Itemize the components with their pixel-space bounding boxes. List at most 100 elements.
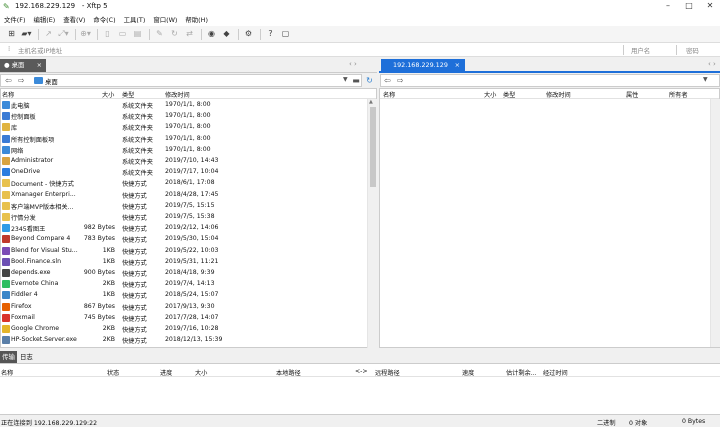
scroll-up-icon[interactable]: ▲	[369, 99, 373, 105]
file-icon	[2, 123, 10, 132]
paste-icon[interactable]: ▭	[116, 28, 129, 40]
encoding-icon[interactable]: ◉	[205, 28, 218, 40]
username-input[interactable]: 用户名	[631, 46, 650, 55]
maximize-button[interactable]: □	[682, 1, 696, 11]
tab-scroll-arrows[interactable]: ‹ ›	[349, 60, 357, 68]
menu-window[interactable]: 窗口(W)	[153, 15, 177, 24]
table-row[interactable]: Document - 快捷方式 快捷方式 2018/6/1, 17:08	[1, 178, 367, 189]
tab-local-desktop[interactable]: ● 桌面 ×	[0, 59, 46, 72]
col-size[interactable]: 大小	[484, 90, 496, 99]
table-row[interactable]: Xmanager Enterpri... 快捷方式 2018/4/28, 17:45	[1, 190, 367, 201]
col-modified[interactable]: 修改时间	[165, 90, 190, 99]
table-row[interactable]: Firefox 867 Bytes 快捷方式 2017/9/13, 9:30	[1, 302, 367, 313]
col-type[interactable]: 类型	[503, 90, 515, 99]
transfer-mode[interactable]: 二进制	[597, 418, 616, 427]
col-type[interactable]: 类型	[122, 90, 134, 99]
table-row[interactable]: Beyond Compare 4 783 Bytes 快捷方式 2019/5/30, …	[1, 234, 367, 245]
col-status[interactable]: 状态	[107, 368, 119, 377]
tab-remote-host[interactable]: 192.168.229.129 ×	[381, 59, 465, 72]
col-name[interactable]: 名称	[383, 90, 395, 99]
table-row[interactable]: Evernote China 2KB 快捷方式 2019/7/4, 14:13	[1, 279, 367, 290]
col-modified[interactable]: 修改时间	[546, 90, 571, 99]
table-row[interactable]: OneDrive 系统文件夹 2019/7/17, 10:04	[1, 167, 367, 178]
reconnect-icon[interactable]: ↗	[42, 28, 55, 40]
edit-icon[interactable]: ✎	[153, 28, 166, 40]
cell-type: 快捷方式	[122, 237, 147, 245]
table-row[interactable]: 客户端MVP版本相关... 快捷方式 2019/7/5, 15:15	[1, 201, 367, 212]
table-row[interactable]: 行情分发 快捷方式 2019/7/5, 15:38	[1, 212, 367, 223]
col-owner[interactable]: 所有者	[669, 90, 688, 99]
col-local-path[interactable]: 本地路径	[276, 368, 301, 377]
back-arrow-icon[interactable]: ⇦	[384, 76, 391, 85]
close-window-button[interactable]: ✕	[703, 1, 717, 11]
tab-log[interactable]: 日志	[20, 351, 33, 363]
tab-scroll-arrows[interactable]: ‹ ›	[708, 60, 716, 68]
help-icon[interactable]: ?	[264, 28, 277, 40]
table-row[interactable]: 库 系统文件夹 1970/1/1, 8:00	[1, 122, 367, 133]
table-row[interactable]: Fiddler 4 1KB 快捷方式 2018/5/24, 15:07	[1, 290, 367, 301]
menu-file[interactable]: 文件(F)	[4, 15, 25, 24]
back-arrow-icon[interactable]: ⇦	[5, 76, 12, 85]
menu-view[interactable]: 查看(V)	[63, 15, 85, 24]
table-row[interactable]: Foxmail 745 Bytes 快捷方式 2017/7/28, 14:07	[1, 313, 367, 324]
col-size[interactable]: 大小	[195, 368, 207, 377]
table-row[interactable]: 所有控制面板项 系统文件夹 1970/1/1, 8:00	[1, 134, 367, 145]
file-icon	[2, 325, 10, 333]
table-row[interactable]: Google Chrome 2KB 快捷方式 2019/7/16, 10:28	[1, 324, 367, 335]
local-scrollbar[interactable]: ▲	[367, 99, 377, 348]
chevron-down-icon[interactable]: ▼	[703, 76, 708, 83]
col-name[interactable]: 名称	[1, 368, 13, 377]
scrollbar-thumb[interactable]	[370, 107, 376, 187]
col-speed[interactable]: 速度	[462, 368, 474, 377]
xshell-icon[interactable]: ◆	[220, 28, 233, 40]
open-folder-icon[interactable]: ▰▾	[20, 28, 33, 40]
table-row[interactable]: Administrator 系统文件夹 2019/7/10, 14:43	[1, 156, 367, 167]
properties-icon[interactable]: ▤	[131, 28, 144, 40]
col-elapsed[interactable]: 经过时间	[543, 368, 568, 377]
table-row[interactable]: Blend for Visual Stu... 1KB 快捷方式 2019/5/22,…	[1, 246, 367, 257]
refresh-icon[interactable]: ↻	[168, 28, 181, 40]
password-input[interactable]: 密码	[686, 46, 699, 55]
tab-transfer[interactable]: 传输	[0, 351, 17, 363]
forward-arrow-icon[interactable]: ⇨	[397, 76, 404, 85]
minimize-button[interactable]: –	[661, 1, 675, 11]
copy-icon[interactable]: ▯	[101, 28, 114, 40]
menu-help[interactable]: 帮助(H)	[185, 15, 208, 24]
disconnect-icon[interactable]: ⤢▾	[57, 28, 70, 40]
refresh-icon[interactable]: ↻	[364, 75, 375, 86]
col-progress[interactable]: 进度	[160, 368, 172, 377]
table-row[interactable]: 网络 系统文件夹 1970/1/1, 8:00	[1, 145, 367, 156]
new-session-icon[interactable]: ⊞	[5, 28, 18, 40]
col-name[interactable]: 名称	[2, 90, 14, 99]
local-file-pane: 名称 大小 类型 修改时间 此电脑 系统文件夹 1970/1/1, 8:00 控制面板…	[0, 88, 377, 348]
sync-icon[interactable]: ⇄	[183, 28, 196, 40]
host-input[interactable]: 主机名或IP地址	[18, 46, 62, 55]
file-icon	[2, 145, 10, 154]
close-icon[interactable]: ×	[37, 59, 42, 72]
table-row[interactable]: 此电脑 系统文件夹 1970/1/1, 8:00	[1, 100, 367, 111]
close-icon[interactable]: ×	[455, 59, 460, 72]
col-attributes[interactable]: 属性	[626, 90, 638, 99]
table-row[interactable]: Bool.Finance.sln 1KB 快捷方式 2019/5/31, 11:21	[1, 257, 367, 268]
cell-name: 网络	[11, 147, 24, 155]
menu-edit[interactable]: 编辑(E)	[33, 15, 55, 24]
col-remote-path[interactable]: 远程路径	[375, 368, 400, 377]
local-path-input[interactable]: 桌面	[45, 77, 58, 86]
col-eta[interactable]: 估计剩余...	[506, 368, 537, 377]
col-direction[interactable]: <->	[355, 368, 368, 375]
open-folder-icon[interactable]: ▬	[351, 75, 361, 86]
new-tab-icon[interactable]: ⊕▾	[79, 28, 92, 40]
forward-arrow-icon[interactable]: ⇨	[18, 76, 25, 85]
gear-icon[interactable]: ⚙	[242, 28, 255, 40]
chat-icon[interactable]: ▢	[279, 28, 292, 40]
col-size[interactable]: 大小	[102, 90, 114, 99]
remote-scrollbar[interactable]	[710, 99, 720, 347]
table-row[interactable]: 控制面板 系统文件夹 1970/1/1, 8:00	[1, 111, 367, 122]
menu-tools[interactable]: 工具(T)	[124, 15, 146, 24]
table-row[interactable]: HP-Socket.Server.exe 2KB 快捷方式 2018/12/13, 1…	[1, 335, 367, 346]
table-row[interactable]: 2345看图王 982 Bytes 快捷方式 2019/2/12, 14:06	[1, 223, 367, 234]
menu-command[interactable]: 命令(C)	[93, 15, 115, 24]
table-row[interactable]: depends.exe 900 Bytes 快捷方式 2018/4/18, 9:39	[1, 268, 367, 279]
cell-modified: 2019/7/4, 14:13	[165, 280, 215, 288]
chevron-down-icon[interactable]: ▼	[343, 76, 348, 83]
